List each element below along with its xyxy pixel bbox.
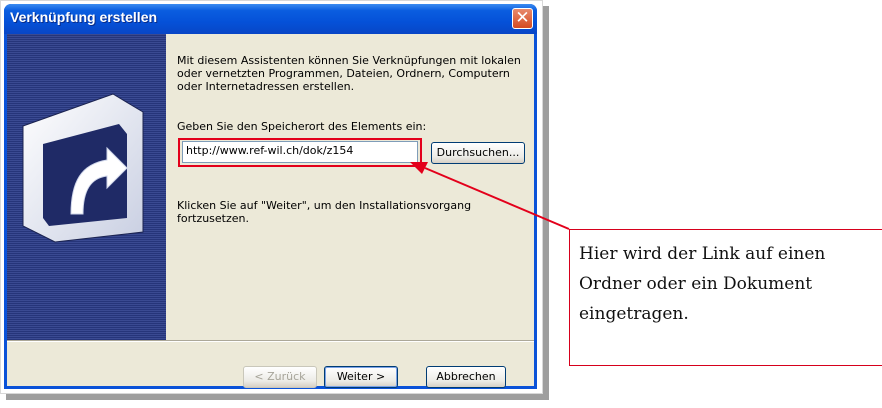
- callout-arrow: [410, 162, 570, 230]
